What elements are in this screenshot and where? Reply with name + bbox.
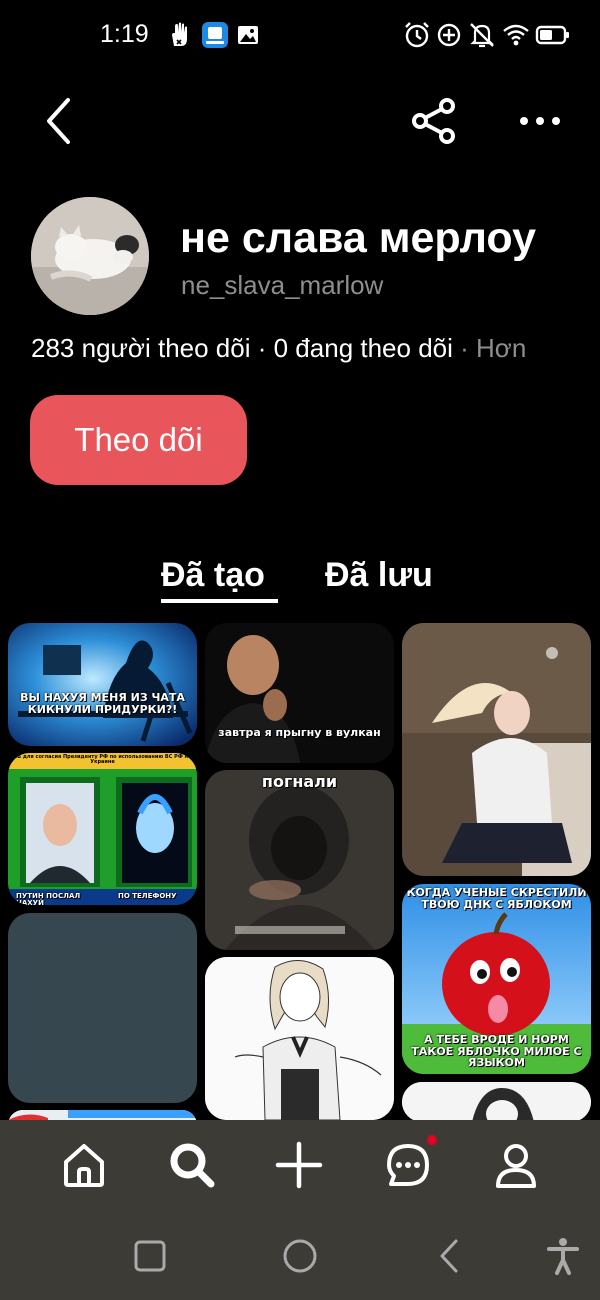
stats-more[interactable]: · Hơn — [453, 333, 526, 363]
profile-icon[interactable] — [491, 1140, 541, 1190]
pin-item[interactable]: СВ для согласия Президенту РФ по использ… — [8, 753, 197, 905]
stats-separator: · — [250, 333, 274, 363]
tab-saved[interactable]: Đã lưu — [325, 556, 433, 595]
active-tab-indicator — [161, 599, 278, 603]
pin-caption: погнали — [261, 772, 338, 791]
following-count[interactable]: 0 đang theo dõi — [274, 333, 453, 363]
pin-item[interactable] — [8, 913, 197, 1103]
recent-apps-icon[interactable] — [130, 1236, 170, 1276]
pin-item[interactable]: КОГДА УЧЕНЫЕ СКРЕСТИЛИ ТВОЮ ДНК С ЯБЛОКО… — [402, 884, 591, 1074]
back-button[interactable] — [36, 95, 80, 147]
data-saver-icon — [434, 20, 464, 50]
pin-caption-top: СВ для согласия Президенту РФ по использ… — [13, 754, 192, 766]
pin-image-anime-sketch — [205, 957, 394, 1120]
share-button[interactable] — [408, 96, 460, 146]
status-time: 1:19 — [100, 20, 149, 48]
pin-image-blonde-girl — [402, 623, 591, 876]
gallery-icon — [233, 20, 263, 50]
tab-created[interactable]: Đã tạo — [161, 556, 265, 595]
battery-icon — [535, 20, 571, 50]
pin-image-thinking-man — [205, 623, 394, 763]
pin-caption-bottom: А ТЕБЕ ВРОДЕ И НОРМ ТАКОЕ ЯБЛОЧКО МИЛОЕ … — [411, 1033, 582, 1070]
avatar-cat-image — [31, 197, 149, 315]
pin-item[interactable]: завтра я прыгну в вулкан — [205, 623, 394, 763]
pin-caption-left: ПУТИН ПОСЛАЛ НАХУЙ — [16, 892, 81, 905]
more-horizontal-icon — [520, 117, 560, 125]
accessibility-icon[interactable] — [543, 1236, 583, 1276]
status-bar: 1:19 — [0, 0, 600, 70]
follow-button[interactable]: Theo dõi — [30, 395, 247, 485]
pin-item[interactable] — [205, 957, 394, 1120]
plus-icon[interactable] — [274, 1140, 324, 1190]
alarm-icon — [402, 20, 432, 50]
mute-icon — [467, 20, 497, 50]
share-icon — [412, 98, 455, 144]
pin-caption: завтра я прыгну в вулкан — [218, 726, 381, 739]
profile-stats: 283 người theo dõi · 0 đang theo dõi · H… — [31, 333, 600, 364]
pin-caption-top: КОГДА УЧЕНЫЕ СКРЕСТИЛИ ТВОЮ ДНК С ЯБЛОКО… — [406, 886, 587, 911]
pin-item[interactable]: ВЫ НАХУЯ МЕНЯ ИЗ ЧАТА КИКНУЛИ ПРИДУРКИ?! — [8, 623, 197, 746]
notification-dot — [427, 1135, 437, 1145]
search-icon[interactable] — [167, 1140, 217, 1190]
pin-item[interactable] — [402, 623, 591, 876]
pin-image-hooded-figure — [205, 770, 394, 950]
pin-caption-right: ПО ТЕЛЕФОНУ — [118, 892, 177, 900]
pin-item[interactable]: погнали — [205, 770, 394, 950]
home-circle-icon[interactable] — [280, 1236, 320, 1276]
pin-image-news-meme — [8, 753, 197, 905]
followers-count[interactable]: 283 người theo dõi — [31, 333, 251, 363]
chevron-left-icon — [47, 98, 70, 144]
app-notification-icon — [200, 20, 230, 50]
pin-caption: ВЫ НАХУЯ МЕНЯ ИЗ ЧАТА КИКНУЛИ ПРИДУРКИ?! — [20, 691, 185, 716]
pin-image-partial-sketch — [402, 1082, 591, 1122]
pin-item[interactable] — [402, 1082, 591, 1122]
back-icon[interactable] — [430, 1236, 470, 1276]
username: ne_slava_marlow — [181, 270, 384, 300]
pin-image-desk-meme — [8, 623, 197, 746]
avatar[interactable] — [31, 197, 149, 315]
display-name: не слава мерлоу — [180, 214, 536, 262]
more-button[interactable] — [514, 104, 566, 138]
messages-icon[interactable] — [383, 1140, 433, 1190]
home-icon[interactable] — [59, 1140, 109, 1190]
hand-icon — [165, 20, 195, 50]
wifi-icon — [501, 20, 531, 50]
